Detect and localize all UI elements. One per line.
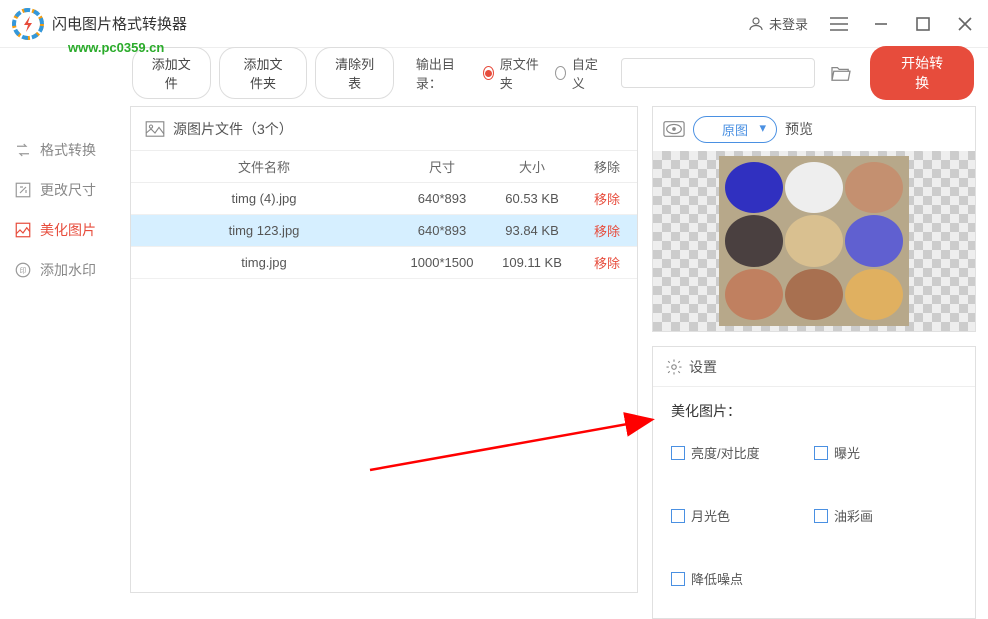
checkbox-icon (814, 446, 828, 460)
checkbox-icon (671, 446, 685, 460)
radio-checked-icon (483, 66, 494, 80)
col-bytes-header: 大小 (487, 157, 577, 176)
radio-source-folder[interactable]: 原文件夹 (483, 54, 539, 92)
login-label: 未登录 (769, 14, 808, 33)
content: 源图片文件（3个） 文件名称 尺寸 大小 移除 timg (4).jpg 640… (118, 98, 988, 593)
maximize-button[interactable] (912, 13, 934, 35)
close-icon (958, 17, 972, 31)
file-panel-title: 源图片文件（3个） (173, 119, 293, 139)
add-folder-button[interactable]: 添加文件夹 (219, 47, 308, 99)
preview-label: 预览 (785, 119, 813, 139)
login-link[interactable]: 未登录 (747, 14, 808, 33)
table-header: 文件名称 尺寸 大小 移除 (131, 151, 637, 183)
file-bytes: 60.53 KB (487, 191, 577, 206)
checkbox-icon (814, 509, 828, 523)
file-name: timg.jpg (131, 255, 397, 270)
beautify-icon (14, 221, 32, 239)
settings-subtitle: 美化图片： (653, 387, 975, 425)
remove-link[interactable]: 移除 (577, 253, 637, 272)
app-title: 闪电图片格式转换器 (52, 13, 187, 34)
file-name: timg (4).jpg (131, 191, 397, 206)
file-name: timg 123.jpg (131, 223, 397, 238)
remove-link[interactable]: 移除 (577, 189, 637, 208)
hamburger-icon (830, 17, 848, 31)
watermark-icon: 印 (14, 261, 32, 279)
sidebar-item-label: 更改尺寸 (40, 180, 96, 200)
checkbox-label: 亮度/对比度 (691, 443, 760, 462)
file-panel: 源图片文件（3个） 文件名称 尺寸 大小 移除 timg (4).jpg 640… (130, 106, 638, 593)
output-dir-label: 输出目录： (416, 54, 467, 92)
radio-custom-folder[interactable]: 自定义 (555, 54, 601, 92)
preview-image (653, 151, 975, 331)
eye-icon (663, 120, 685, 138)
checkbox-oilpaint[interactable]: 油彩画 (814, 506, 957, 525)
file-size: 1000*1500 (397, 255, 487, 270)
main: 格式转换 更改尺寸 美化图片 印 添加水印 源图片文件（3个） 文件名称 尺寸 … (0, 98, 988, 593)
minimize-button[interactable] (870, 13, 892, 35)
preview-thumbnail (719, 156, 909, 326)
sidebar-item-label: 美化图片 (40, 220, 96, 240)
minimize-icon (874, 17, 888, 31)
sidebar-item-label: 格式转换 (40, 140, 96, 160)
output-path-input[interactable] (621, 58, 815, 88)
checkbox-label: 曝光 (834, 443, 860, 462)
settings-header: 设置 (653, 347, 975, 387)
checkbox-label: 油彩画 (834, 506, 873, 525)
image-icon (145, 121, 165, 137)
sidebar-item-beautify[interactable]: 美化图片 (0, 210, 118, 250)
maximize-icon (916, 17, 930, 31)
radio-unchecked-icon (555, 66, 566, 80)
checkbox-icon (671, 572, 685, 586)
col-size-header: 尺寸 (397, 157, 487, 176)
checkbox-exposure[interactable]: 曝光 (814, 443, 957, 462)
settings-title: 设置 (689, 357, 717, 377)
app-logo-icon (12, 8, 44, 40)
col-name-header: 文件名称 (131, 157, 397, 176)
menu-button[interactable] (828, 13, 850, 35)
svg-text:印: 印 (20, 267, 27, 275)
sidebar-item-resize[interactable]: 更改尺寸 (0, 170, 118, 210)
checkbox-label: 降低噪点 (691, 569, 743, 588)
user-icon (747, 15, 765, 33)
table-row[interactable]: timg (4).jpg 640*893 60.53 KB 移除 (131, 183, 637, 215)
radio-source-label: 原文件夹 (500, 54, 539, 92)
col-del-header: 移除 (577, 157, 637, 176)
remove-link[interactable]: 移除 (577, 221, 637, 240)
file-bytes: 109.11 KB (487, 255, 577, 270)
sidebar-item-label: 添加水印 (40, 260, 96, 280)
preview-header: 原图 预览 (653, 107, 975, 151)
clear-list-button[interactable]: 清除列表 (315, 47, 394, 99)
close-button[interactable] (954, 13, 976, 35)
gear-icon (665, 358, 683, 376)
settings-box: 设置 美化图片： 亮度/对比度 曝光 月光色 (652, 346, 976, 619)
checkbox-grid: 亮度/对比度 曝光 月光色 油彩画 (653, 425, 975, 606)
preview-value: 原图 (722, 123, 748, 138)
watermark-text: www.pc0359.cn (68, 40, 164, 55)
sidebar: 格式转换 更改尺寸 美化图片 印 添加水印 (0, 98, 118, 593)
file-panel-header: 源图片文件（3个） (131, 107, 637, 151)
checkbox-denoise[interactable]: 降低噪点 (671, 569, 814, 588)
table-row[interactable]: timg.jpg 1000*1500 109.11 KB 移除 (131, 247, 637, 279)
convert-icon (14, 141, 32, 159)
toolbar: 添加文件 添加文件夹 清除列表 输出目录： 原文件夹 自定义 开始转换 (0, 48, 988, 98)
start-convert-button[interactable]: 开始转换 (870, 46, 974, 100)
browse-folder-button[interactable] (829, 58, 852, 88)
file-size: 640*893 (397, 191, 487, 206)
right-panel: 原图 预览 设置 美化图片： (652, 106, 976, 593)
checkbox-label: 月光色 (691, 506, 730, 525)
file-size: 640*893 (397, 223, 487, 238)
sidebar-item-watermark[interactable]: 印 添加水印 (0, 250, 118, 290)
checkbox-icon (671, 509, 685, 523)
radio-custom-label: 自定义 (572, 54, 601, 92)
sidebar-item-convert[interactable]: 格式转换 (0, 130, 118, 170)
table-row[interactable]: timg 123.jpg 640*893 93.84 KB 移除 (131, 215, 637, 247)
preview-mode-select[interactable]: 原图 (693, 116, 777, 143)
folder-open-icon (830, 64, 852, 82)
resize-icon (14, 181, 32, 199)
file-bytes: 93.84 KB (487, 223, 577, 238)
preview-box: 原图 预览 (652, 106, 976, 332)
logo: 闪电图片格式转换器 (12, 8, 187, 40)
checkbox-moonlight[interactable]: 月光色 (671, 506, 814, 525)
checkbox-brightness[interactable]: 亮度/对比度 (671, 443, 814, 462)
